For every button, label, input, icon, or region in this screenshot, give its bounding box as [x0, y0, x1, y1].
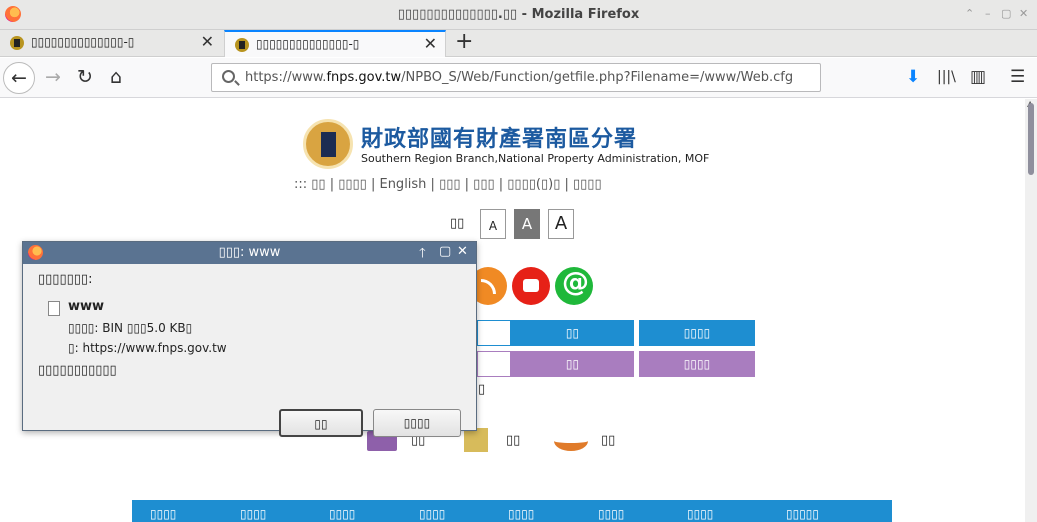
dialog-question: ▯▯▯▯▯▯▯▯▯▯▯ [38, 363, 117, 378]
file-name: www [68, 299, 105, 314]
dialog-maximize-button[interactable]: ▢ [439, 244, 451, 259]
dialog-close-button[interactable]: ✕ [457, 244, 468, 259]
search-box-partial[interactable] [477, 320, 511, 346]
window-titlebar: ▯▯▯▯▯▯▯▯▯▯▯▯▯▯.▯▯ - Mozilla Firefox ⌃ – … [0, 0, 1037, 30]
downloads-icon[interactable]: ⬇ [906, 67, 920, 87]
agency-emblem-icon [303, 119, 353, 169]
blue-button-2[interactable]: ▯▯▯▯ [639, 320, 755, 346]
main-menu-bar: ▯▯▯▯ ▯▯▯▯ ▯▯▯▯ ▯▯▯▯ ▯▯▯▯ ▯▯▯▯ ▯▯▯▯ ▯▯▯▯▯ [132, 500, 892, 522]
menu-item[interactable]: ▯▯▯▯ [150, 507, 176, 521]
file-icon [48, 301, 60, 316]
window-minimize-button[interactable]: – [985, 7, 991, 20]
site-title[interactable]: 財政部國有財產署南區分署 [361, 121, 637, 153]
tab-title: ▯▯▯▯▯▯▯▯▯▯▯▯▯▯-▯ [31, 35, 135, 49]
handshake-icon[interactable] [554, 431, 588, 451]
youtube-icon[interactable] [512, 267, 550, 305]
search-icon [222, 70, 235, 83]
font-large-button[interactable]: A [548, 209, 574, 239]
file-type-info: ▯▯▯▯: BIN ▯▯▯5.0 KB▯ [68, 321, 193, 335]
window-close-button[interactable]: ✕ [1019, 7, 1028, 20]
menu-item[interactable]: ▯▯▯▯ [508, 507, 534, 521]
menu-item[interactable]: ▯▯▯▯ [598, 507, 624, 521]
file-source: ▯: https://www.fnps.gov.tw [68, 341, 227, 355]
dialog-prompt: ▯▯▯▯▯▯▯: [38, 272, 93, 287]
page-scrollbar[interactable]: ▲ [1025, 99, 1037, 522]
tab-title: ▯▯▯▯▯▯▯▯▯▯▯▯▯▯-▯ [256, 37, 360, 51]
menu-item[interactable]: ▯▯▯▯ [240, 507, 266, 521]
menu-item[interactable]: ▯▯▯▯ [329, 507, 355, 521]
dialog-minimize-button[interactable]: 🡑 [419, 244, 426, 266]
cancel-button[interactable]: ▯▯▯▯ [373, 409, 461, 437]
tab-close-button[interactable]: ✕ [424, 34, 437, 53]
purple-button-2[interactable]: ▯▯▯▯ [639, 351, 755, 377]
back-button[interactable]: ← [3, 62, 35, 94]
top-navigation[interactable]: ::: ▯▯ | ▯▯▯▯ | English | ▯▯▯ | ▯▯▯ | ▯▯… [294, 177, 602, 192]
email-icon[interactable] [555, 267, 593, 305]
blue-button-1[interactable]: ▯▯ [511, 320, 634, 346]
menu-icon[interactable]: ☰ [1010, 67, 1025, 87]
new-tab-button[interactable]: + [455, 30, 473, 54]
sidebar-icon[interactable]: ▥ [970, 67, 986, 87]
ok-button[interactable]: ▯▯ [279, 409, 363, 437]
quick-link-label-2[interactable]: ▯▯ [506, 433, 520, 448]
font-medium-button[interactable]: A [514, 209, 540, 239]
tab-close-button[interactable]: ✕ [201, 32, 214, 51]
menu-item[interactable]: ▯▯▯▯ [687, 507, 713, 521]
window-title: ▯▯▯▯▯▯▯▯▯▯▯▯▯▯.▯▯ - Mozilla Firefox [397, 7, 640, 22]
forward-button[interactable]: → [37, 62, 69, 94]
font-small-button[interactable]: A [480, 209, 506, 239]
tab-strip: ▯▯▯▯▯▯▯▯▯▯▯▯▯▯-▯ ✕ ▯▯▯▯▯▯▯▯▯▯▯▯▯▯-▯ ✕ + [0, 30, 1037, 57]
font-size-label: ▯▯ [450, 216, 465, 231]
partial-text: ▯ [478, 382, 486, 397]
site-favicon-icon [10, 36, 24, 50]
window-maximize-button[interactable]: ▢ [1001, 7, 1011, 20]
url-bar[interactable]: https://www.fnps.gov.tw/NPBO_S/Web/Funct… [211, 63, 821, 92]
navigation-toolbar: ← → ↻ ⌂ https://www.fnps.gov.tw/NPBO_S/W… [0, 58, 1037, 98]
dialog-titlebar: ▯▯▯: www 🡑 ▢ ✕ [23, 242, 476, 264]
site-subtitle: Southern Region Branch,National Property… [361, 152, 710, 165]
reload-button[interactable]: ↻ [69, 62, 101, 94]
purple-button-1[interactable]: ▯▯ [511, 351, 634, 377]
tab-1[interactable]: ▯▯▯▯▯▯▯▯▯▯▯▯▯▯-▯ ✕ [0, 30, 222, 57]
download-dialog: ▯▯▯: www 🡑 ▢ ✕ ▯▯▯▯▯▯▯: www ▯▯▯▯: BIN ▯▯… [22, 241, 477, 437]
site-favicon-icon [235, 38, 249, 52]
scrollbar-thumb[interactable] [1028, 103, 1034, 175]
dialog-title: ▯▯▯: www [218, 245, 281, 260]
quick-link-label-3[interactable]: ▯▯ [601, 433, 615, 448]
purple-box-partial[interactable] [477, 351, 511, 377]
url-text[interactable]: https://www.fnps.gov.tw/NPBO_S/Web/Funct… [245, 70, 793, 85]
contact-book-icon[interactable] [464, 428, 488, 452]
menu-item[interactable]: ▯▯▯▯ [419, 507, 445, 521]
home-button[interactable]: ⌂ [100, 62, 132, 94]
library-icon[interactable]: |||\ [937, 69, 956, 85]
window-minimize-up-icon[interactable]: ⌃ [965, 7, 974, 20]
menu-item[interactable]: ▯▯▯▯▯ [786, 507, 819, 521]
tab-2-active[interactable]: ▯▯▯▯▯▯▯▯▯▯▯▯▯▯-▯ ✕ [224, 30, 446, 57]
